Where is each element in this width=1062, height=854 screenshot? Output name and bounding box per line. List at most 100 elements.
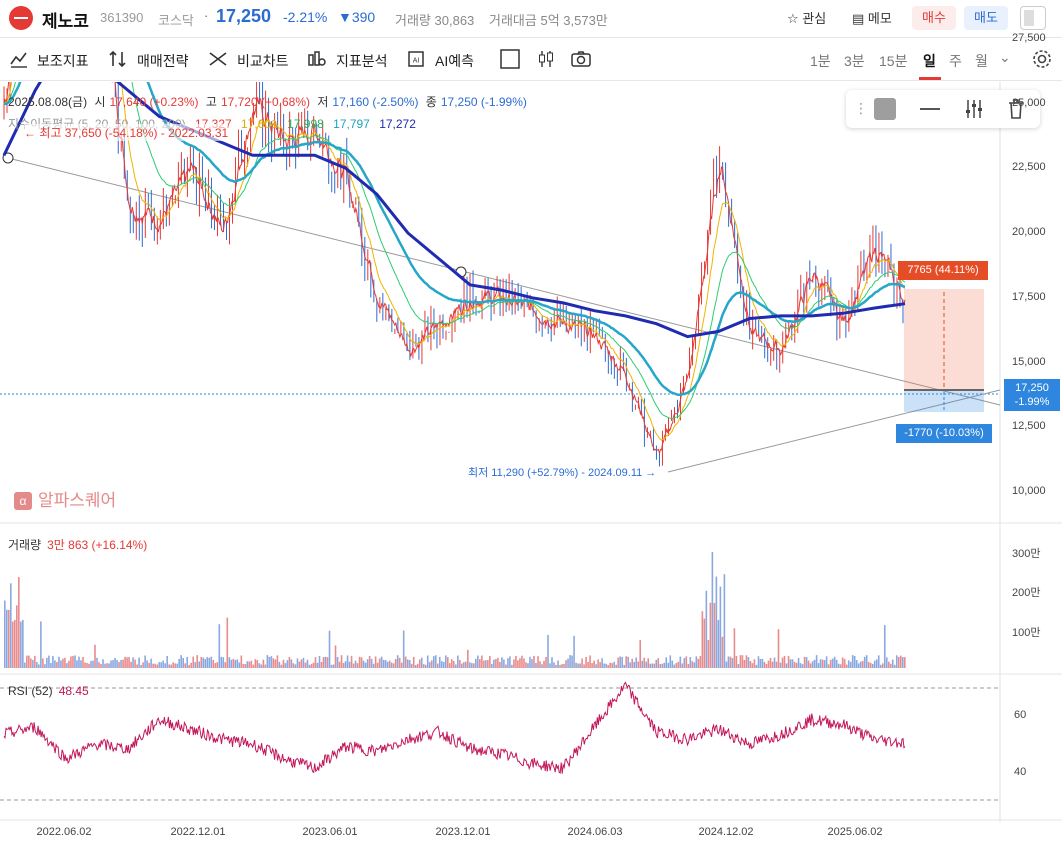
volume-bar xyxy=(653,663,656,668)
volume-bar xyxy=(380,656,383,668)
volume-bar xyxy=(312,662,315,668)
volume-bar xyxy=(44,664,46,668)
amount-summary: 거래대금 5억 3,573만 xyxy=(489,10,608,29)
volume-bar xyxy=(54,660,56,668)
high-annotation: ← 최고 37,650 (-54.18%) - 2022.03.31 xyxy=(24,124,229,141)
period-15m[interactable]: 15분 xyxy=(879,51,907,71)
volume-bar xyxy=(12,621,14,668)
volume-bar xyxy=(140,664,142,668)
volume-bar xyxy=(751,663,754,668)
volume-bar xyxy=(440,661,443,668)
strategy-button[interactable]: 매매전략 xyxy=(137,51,189,71)
volume-bar xyxy=(232,658,235,668)
volume-bar xyxy=(244,664,247,668)
strategy-icon xyxy=(109,50,126,68)
layout-toggle-icon[interactable] xyxy=(1020,6,1046,30)
volume-bar xyxy=(188,664,191,668)
period-week[interactable]: 주 xyxy=(949,51,962,71)
memo-button[interactable]: ▤ 메모 xyxy=(852,8,892,27)
volume-bar xyxy=(146,660,148,668)
volume-bar xyxy=(593,660,595,668)
volume-bar xyxy=(855,660,858,668)
volume-bar xyxy=(42,658,44,668)
volume-bar xyxy=(220,656,223,668)
volume-bar xyxy=(316,662,319,668)
volume-bar xyxy=(627,656,629,668)
volume-bar xyxy=(326,657,329,668)
compare-button[interactable]: 비교차트 xyxy=(237,51,289,71)
x-tick-label: 2024.06.03 xyxy=(567,826,623,838)
alpha-icon: α xyxy=(14,492,32,510)
chevron-down-icon[interactable]: ⌄ xyxy=(999,49,1011,66)
volume-bar xyxy=(781,657,784,668)
period-month[interactable]: 월 xyxy=(975,51,988,71)
volume-bar xyxy=(236,659,239,668)
volume-bar xyxy=(52,656,54,668)
sell-button[interactable]: 매도 xyxy=(964,6,1008,30)
volume-bar xyxy=(72,656,74,668)
volume-bar xyxy=(683,658,686,668)
indicator-icon xyxy=(10,52,27,68)
volume-bar xyxy=(705,590,708,668)
volume-bar xyxy=(186,657,189,668)
volume-bar xyxy=(631,658,633,668)
watch-button[interactable]: ☆ 관심 xyxy=(787,8,826,27)
volume-bar xyxy=(723,574,726,668)
volume-bar xyxy=(625,656,627,668)
period-day[interactable]: 일 xyxy=(923,51,936,71)
volume-bar xyxy=(763,662,766,668)
volume-bar xyxy=(843,658,846,668)
volume-bar xyxy=(434,655,437,668)
price-chart[interactable] xyxy=(0,82,1062,827)
volume-bar xyxy=(106,663,108,668)
info-high-label: 고 xyxy=(205,95,217,109)
camera-icon[interactable] xyxy=(571,49,591,69)
volume-bar xyxy=(857,663,860,668)
volume-bar xyxy=(96,657,98,668)
volume-bar xyxy=(6,609,8,668)
volume-bar xyxy=(342,663,345,668)
volume-bar xyxy=(436,663,439,668)
period-3m[interactable]: 3분 xyxy=(844,51,865,71)
line-style-button[interactable] xyxy=(920,108,940,110)
current-price: 17,250 xyxy=(216,6,272,26)
volume-bar xyxy=(735,656,738,668)
volume-tick-label: 200만 xyxy=(1012,587,1041,599)
volume-bar xyxy=(390,662,393,668)
color-swatch-button[interactable] xyxy=(874,98,896,120)
volume-bar xyxy=(547,634,549,668)
info-open-label: 시 xyxy=(94,95,106,109)
volume-bar xyxy=(24,662,26,668)
box-chart-icon[interactable] xyxy=(500,49,520,69)
volume-bar xyxy=(685,656,688,668)
volume-summary: 거래량 30,863 xyxy=(395,10,474,29)
volume-bar xyxy=(292,663,295,668)
volume-bar xyxy=(881,663,884,668)
volume-bar xyxy=(286,660,289,668)
volume-bar xyxy=(384,660,387,668)
volume-bar xyxy=(457,655,459,668)
ai-predict-button[interactable]: AI예측 xyxy=(435,51,474,71)
volume-bar xyxy=(102,659,104,668)
period-1m[interactable]: 1분 xyxy=(810,51,831,71)
volume-bar xyxy=(48,655,50,668)
volume-bar xyxy=(677,661,680,668)
indicators-button[interactable]: 보조지표 xyxy=(37,51,89,71)
analysis-button[interactable]: 지표분석 xyxy=(336,51,388,71)
volume-bar xyxy=(136,664,138,668)
volume-bar xyxy=(450,659,453,668)
volume-bar xyxy=(491,663,493,668)
adjust-sliders-icon[interactable] xyxy=(964,98,984,120)
buy-button[interactable]: 매수 xyxy=(912,6,956,30)
volume-bar xyxy=(62,658,64,668)
volume-bar xyxy=(176,663,178,668)
volume-bar xyxy=(793,661,796,668)
volume-bar xyxy=(182,657,184,668)
candle-chart-icon[interactable] xyxy=(536,49,556,69)
volume-bar xyxy=(214,663,217,668)
volume-bar xyxy=(78,656,80,668)
star-icon: ☆ xyxy=(787,11,799,26)
gear-icon[interactable] xyxy=(1030,47,1054,71)
volume-bar xyxy=(513,659,515,668)
volume-bar xyxy=(865,655,868,668)
